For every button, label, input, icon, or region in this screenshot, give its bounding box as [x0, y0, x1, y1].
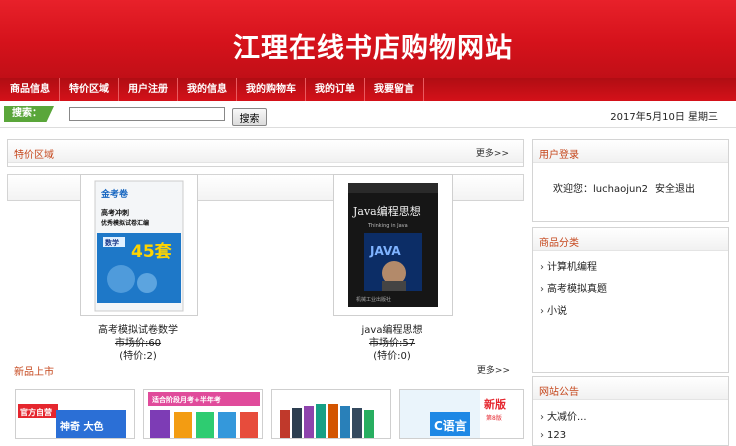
nav-item-message[interactable]: 我要留言 [365, 78, 424, 101]
new-book-4-cover: 新版 第8版 C语言 [400, 390, 523, 438]
category-title: 商品分类 [539, 238, 579, 249]
new-product-thumb-3[interactable] [271, 389, 391, 439]
current-date: 2017年5月10日 星期三 [610, 112, 718, 123]
category-panel-header: 商品分类 [533, 228, 728, 251]
nav-item-specials[interactable]: 特价区域 [60, 78, 119, 101]
search-button[interactable]: 搜索 [232, 108, 267, 126]
new1-badge: 官方自营 [20, 407, 52, 417]
special-panel: 特价区域 更多>> [7, 139, 524, 167]
new-arrivals-more-link[interactable]: 更多>> [477, 363, 510, 376]
welcome-text: 欢迎您：luchaojun2 [553, 184, 649, 195]
notice-item[interactable]: 123 [540, 430, 566, 441]
new-product-thumb-4[interactable]: 新版 第8版 C语言 [399, 389, 524, 439]
java-sub: Thinking in Java [367, 223, 408, 229]
main-nav: 商品信息 特价区域 用户注册 我的信息 我的购物车 我的订单 我要留言 [0, 78, 736, 101]
nav-item-products[interactable]: 商品信息 [0, 78, 60, 101]
logout-link[interactable]: 安全退出 [655, 180, 695, 195]
special-title: 特价区域 [14, 150, 54, 161]
new4-small: 第8版 [486, 414, 502, 422]
category-item-novel[interactable]: 小说 [540, 302, 567, 317]
math-big: 45套 [131, 241, 173, 262]
login-panel: 用户登录 欢迎您：luchaojun2 安全退出 [532, 139, 729, 222]
java-publisher: 机械工业出版社 [356, 296, 391, 303]
new-book-1-cover: 官方自营 神奇 大色 [16, 390, 134, 438]
java-logo: JAVA [369, 244, 401, 258]
math-line1: 高考冲刺 [101, 208, 129, 217]
new-arrivals-title: 新品上市 [14, 367, 54, 378]
site-banner: 江理在线书店购物网站 [0, 0, 736, 78]
nav-item-orders[interactable]: 我的订单 [306, 78, 365, 101]
new1-text: 神奇 大色 [60, 420, 103, 433]
new-arrivals-header: 新品上市 更多>> [7, 358, 524, 380]
nav-item-register[interactable]: 用户注册 [119, 78, 178, 101]
nav-item-cart[interactable]: 我的购物车 [237, 78, 306, 101]
new2-text: 适合阶段月考+半年考 [152, 395, 221, 404]
category-panel: 商品分类 [532, 227, 729, 373]
special-more-link[interactable]: 更多>> [476, 146, 509, 159]
new-product-thumb-1[interactable]: 官方自营 神奇 大色 [15, 389, 135, 439]
special-panel-header: 特价区域 更多>> [8, 140, 523, 163]
category-item-programming[interactable]: 计算机编程 [540, 258, 597, 273]
java-book-cover: Java编程思想 Thinking in Java JAVA 机械工业出版社 [348, 183, 438, 307]
search-bar: 搜索： 搜索 2017年5月10日 星期三 [0, 101, 736, 128]
new-product-thumb-2[interactable]: 适合阶段月考+半年考 [143, 389, 263, 439]
product-image-math[interactable]: 金考卷 高考冲刺 优秀模拟试卷汇编 数学 45套 [80, 174, 198, 316]
notice-panel-header: 网站公告 [533, 377, 728, 400]
math-book-cover: 金考卷 高考冲刺 优秀模拟试卷汇编 数学 45套 [94, 180, 184, 312]
product-image-java[interactable]: Java编程思想 Thinking in Java JAVA 机械工业出版社 [333, 174, 453, 316]
new-book-2-cover: 适合阶段月考+半年考 [144, 390, 262, 438]
nav-item-my-info[interactable]: 我的信息 [178, 78, 237, 101]
new4-big: C语言 [434, 418, 467, 433]
math-subject: 数学 [105, 238, 119, 247]
new-book-3-cover [272, 390, 390, 438]
math-brand: 金考卷 [100, 188, 129, 200]
search-label: 搜索： [4, 106, 54, 122]
search-input[interactable] [69, 107, 225, 121]
site-title: 江理在线书店购物网站 [233, 33, 513, 64]
notice-item[interactable]: 大减价... [540, 408, 587, 423]
login-panel-header: 用户登录 [533, 140, 728, 163]
login-title: 用户登录 [539, 150, 579, 161]
java-title: Java编程思想 [352, 204, 421, 218]
notice-title: 网站公告 [539, 387, 579, 398]
new4-word: 新版 [484, 397, 506, 411]
category-item-exam[interactable]: 高考模拟真题 [540, 280, 607, 295]
math-line2: 优秀模拟试卷汇编 [101, 219, 149, 227]
